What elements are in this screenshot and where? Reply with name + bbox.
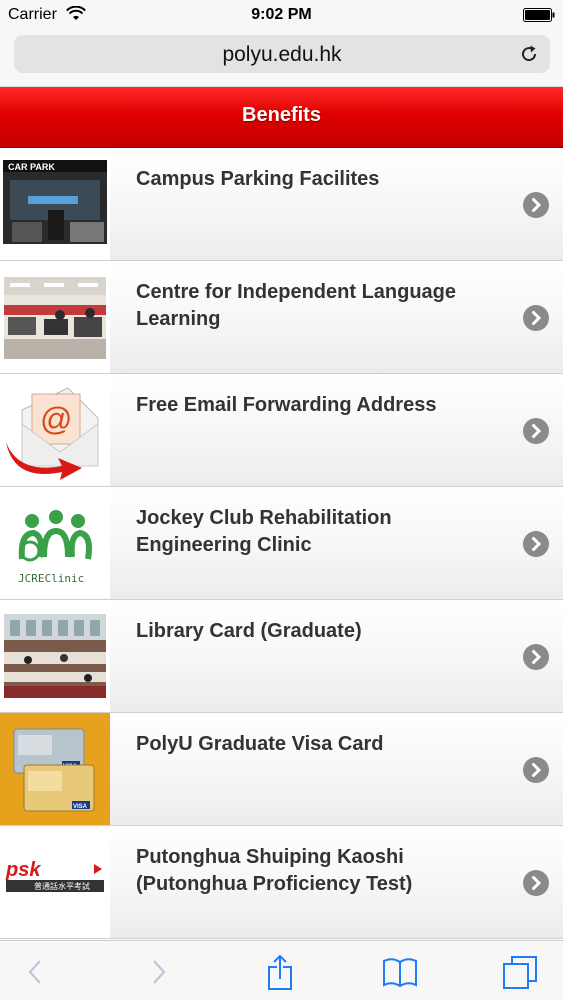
url-text[interactable]: polyu.edu.hk bbox=[14, 43, 550, 67]
address-bar[interactable]: polyu.edu.hk bbox=[14, 35, 550, 73]
chevron-right-icon bbox=[523, 192, 549, 218]
list-item-putonghua-test[interactable]: psk 普通話水平考試 Putonghua Shuiping Kaoshi (P… bbox=[0, 826, 563, 939]
list-item-campus-parking[interactable]: CAR PARK Campus Parking Facilites bbox=[0, 148, 563, 261]
library-thumbnail bbox=[0, 600, 110, 712]
browser-toolbar bbox=[0, 940, 563, 1000]
list-item-label: Library Card (Graduate) bbox=[136, 620, 362, 642]
list-item-library-card[interactable]: Library Card (Graduate) bbox=[0, 600, 563, 713]
bookmarks-icon[interactable] bbox=[380, 953, 420, 991]
study-room-thumbnail bbox=[0, 261, 110, 373]
chevron-right-icon bbox=[523, 305, 549, 331]
list-item-rehab-clinic[interactable]: JCREClinic Jockey Club Rehabilitation En… bbox=[0, 487, 563, 600]
chevron-right-icon bbox=[523, 644, 549, 670]
visa-label-2: VISA bbox=[73, 804, 88, 810]
jcre-clinic-logo: JCREClinic bbox=[0, 487, 110, 599]
psk-chinese-label: 普通話水平考試 bbox=[34, 881, 90, 891]
email-envelope-icon: @ bbox=[0, 374, 110, 486]
status-bar: Carrier 9:02 PM bbox=[0, 0, 563, 30]
list-item-label: Campus Parking Facilites bbox=[136, 168, 380, 190]
browser-address-area: polyu.edu.hk bbox=[0, 30, 563, 87]
chevron-right-icon bbox=[523, 870, 549, 896]
chevron-right-icon bbox=[523, 757, 549, 783]
list-item-email-forwarding[interactable]: @ Free Email Forwarding Address bbox=[0, 374, 563, 487]
visa-card-thumbnail: VISA VISA bbox=[0, 713, 110, 825]
svg-text:@: @ bbox=[40, 401, 72, 437]
tabs-icon[interactable] bbox=[500, 953, 540, 991]
chevron-right-icon bbox=[523, 531, 549, 557]
forward-icon[interactable] bbox=[138, 953, 178, 991]
list-item-label: Jockey Club Rehabilitation Engineering C… bbox=[136, 507, 392, 556]
jcre-clinic-label: JCREClinic bbox=[18, 572, 84, 585]
status-time: 9:02 PM bbox=[251, 6, 312, 23]
chevron-right-icon bbox=[523, 418, 549, 444]
benefits-list: CAR PARK Campus Parking Facilites Centre… bbox=[0, 148, 563, 939]
share-icon[interactable] bbox=[260, 953, 300, 991]
page-title: Benefits bbox=[242, 104, 321, 126]
list-item-visa-card[interactable]: VISA VISA PolyU Graduate Visa Card bbox=[0, 713, 563, 826]
list-item-label: Free Email Forwarding Address bbox=[136, 394, 437, 416]
back-icon[interactable] bbox=[16, 953, 56, 991]
list-item-language-learning[interactable]: Centre for Independent Language Learning bbox=[0, 261, 563, 374]
psk-logo: psk 普通話水平考試 bbox=[0, 826, 110, 938]
psk-wordmark: psk bbox=[5, 859, 41, 881]
page: Carrier 9:02 PM polyu.edu.hk Benefits CA… bbox=[0, 0, 563, 1000]
list-item-label: Putonghua Shuiping Kaoshi (Putonghua Pro… bbox=[136, 846, 413, 895]
reload-icon[interactable] bbox=[518, 43, 540, 65]
car-park-thumbnail: CAR PARK bbox=[0, 148, 110, 260]
car-park-sign: CAR PARK bbox=[8, 162, 55, 172]
battery-icon bbox=[523, 8, 555, 22]
header-bar: Benefits bbox=[0, 87, 563, 148]
list-item-label: PolyU Graduate Visa Card bbox=[136, 733, 384, 755]
list-item-label: Centre for Independent Language Learning bbox=[136, 281, 457, 330]
